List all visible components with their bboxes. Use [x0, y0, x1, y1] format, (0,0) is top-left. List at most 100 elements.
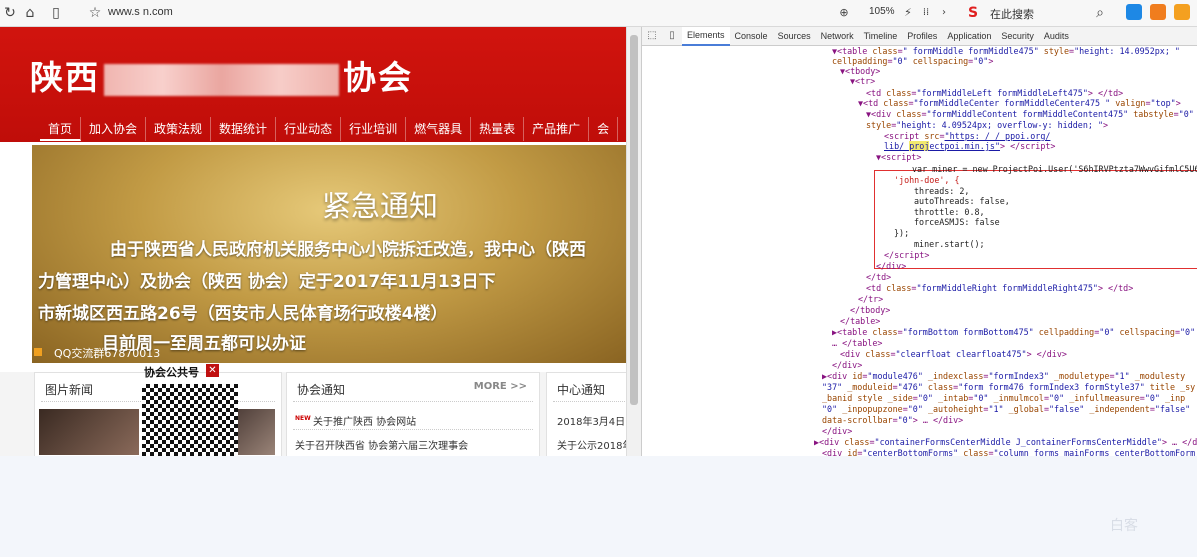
play-icon[interactable] [1126, 4, 1142, 20]
search-icon[interactable]: ⌕ [1092, 5, 1108, 21]
sogou-search-icon[interactable]: S [965, 5, 981, 21]
dom-node[interactable]: ▼<script> [876, 152, 921, 162]
web-page: 陕西 协会 首页 加入协会 政策法规 数据统计 行业动态 行业培训 燃气器具 热量… [0, 27, 626, 456]
dom-node[interactable]: ▼<div class="formMiddleContent formMiddl… [866, 109, 1194, 119]
tab-profiles[interactable]: Profiles [902, 27, 942, 45]
dom-node[interactable]: </script> [884, 250, 929, 260]
dom-node[interactable]: ▼<tr> [850, 76, 875, 86]
tab-network[interactable]: Network [816, 27, 859, 45]
tab-console[interactable]: Console [730, 27, 773, 45]
script-code: throttle: 0.8, [914, 207, 985, 217]
dom-node[interactable]: … </table> [832, 338, 882, 348]
close-icon[interactable]: ✕ [206, 364, 219, 377]
tab-elements[interactable]: Elements [682, 27, 730, 46]
more-link[interactable]: MORE >> [474, 381, 527, 392]
script-code: forceASMJS: false [914, 217, 1000, 227]
dom-node[interactable]: <td class="formMiddleRight formMiddleRig… [866, 283, 1133, 293]
script-code: miner.start(); [914, 239, 985, 249]
dom-node[interactable]: </tbody> [850, 305, 890, 315]
nav-item-training[interactable]: 行业培训 [341, 117, 407, 141]
address-bar[interactable]: www.s n.com [108, 6, 173, 18]
game-icon[interactable] [1150, 4, 1166, 20]
dom-node[interactable]: </tr> [858, 294, 883, 304]
lightning-icon[interactable]: ⚡ [900, 5, 916, 21]
dom-node[interactable]: <div id="centerBottomForms" class="colum… [822, 448, 1195, 456]
dom-node[interactable]: </td> [866, 272, 891, 282]
nav-item-statistics[interactable]: 数据统计 [211, 117, 277, 141]
banner-title: 紧急通知 [322, 189, 439, 223]
list-item[interactable]: 关于推广陕西 协会网站 [313, 413, 416, 428]
qq-group-text: QQ交流群67870013 [54, 347, 161, 360]
notice-banner[interactable]: 紧急通知 由于陕西省人民政府机关服务中心小院拆迁改造，我中心（陕西 力管理中心）… [32, 145, 626, 363]
site-header: 陕西 协会 首页 加入协会 政策法规 数据统计 行业动态 行业培训 燃气器具 热量… [0, 27, 626, 142]
zoom-icon[interactable]: ⊕ [836, 5, 852, 21]
nav-item-products[interactable]: 产品推广 [524, 117, 590, 141]
dom-node[interactable]: ▼<td class="formMiddleCenter formMiddleC… [858, 98, 1181, 108]
search-input[interactable]: 在此搜索 [990, 6, 1034, 22]
dom-node[interactable]: "37" _moduleid="476" class="form form476… [822, 382, 1195, 392]
browser-toolbar: ↻ ⌂ ▯ ☆ www.s n.com ⊕ 105% ⚡ ⁞⁞ › S 在此搜索… [0, 0, 1197, 27]
nav-item-gas-appliances[interactable]: 燃气器具 [406, 117, 472, 141]
tab-application[interactable]: Application [942, 27, 996, 45]
script-code: var miner = new ProjectPoi.User('S6hIRVP… [912, 164, 1197, 174]
dom-node[interactable]: </table> [840, 316, 880, 326]
nav-item-heat-meter[interactable]: 热量表 [471, 117, 525, 141]
notices-title[interactable]: 协会通知 [297, 381, 345, 398]
video-icon[interactable] [1174, 4, 1190, 20]
blurred-text [104, 63, 339, 96]
list-item[interactable]: 关于公示2018年 [557, 437, 626, 452]
tab-timeline[interactable]: Timeline [859, 27, 903, 45]
page-scrollbar[interactable] [626, 27, 641, 456]
reading-mode-icon[interactable]: ▯ [48, 5, 64, 21]
home-icon[interactable]: ⌂ [22, 5, 38, 21]
dom-node[interactable]: ▶<div class="containerFormsCenterMiddle … [814, 437, 1197, 447]
scrollbar-thumb[interactable] [630, 35, 638, 405]
dom-node[interactable]: lib/ projectpoi.min.js"> </script> [884, 141, 1055, 151]
center-notices-title[interactable]: 中心通知 [557, 381, 605, 398]
device-icon[interactable]: ▯ [666, 30, 678, 42]
list-item[interactable]: 关于召开陕西省 协会第六届三次理事会 [295, 437, 468, 452]
logo-suffix: 协会 [343, 58, 413, 97]
dom-node[interactable]: "0" _inpopupzone="0" _autoheight="1" _gl… [822, 404, 1190, 414]
script-code: threads: 2, [914, 186, 970, 196]
banner-line-3: 市新城区西五路26号（西安市人民体育场行政楼4楼） [38, 304, 448, 324]
dom-node[interactable]: <div class="clearfloat clearfloat475"> <… [840, 349, 1067, 359]
nav-item-news[interactable]: 行业动态 [276, 117, 342, 141]
site-logo[interactable]: 陕西 协会 [30, 51, 413, 99]
script-code: 'john-doe', { [894, 175, 960, 185]
logo-prefix: 陕西 [30, 58, 100, 97]
bookmark-star-icon[interactable]: ☆ [87, 5, 103, 21]
content-area: 图片新闻 协会通知 MORE >> NEW 关于推广陕西 协会网站 关于召开陕西… [0, 372, 626, 456]
zoom-level[interactable]: 105% [869, 6, 895, 17]
screen: ↻ ⌂ ▯ ☆ www.s n.com ⊕ 105% ⚡ ⁞⁞ › S 在此搜索… [0, 0, 1197, 557]
chevron-right-icon[interactable]: › [936, 5, 952, 21]
nav-item-more[interactable]: 会 [589, 117, 619, 141]
dom-node[interactable]: </div> [822, 426, 852, 436]
dom-node[interactable]: ▶<table class="formBottom formBottom475"… [832, 327, 1195, 337]
refresh-icon[interactable]: ↻ [2, 5, 18, 21]
dom-node[interactable]: </div> [832, 360, 862, 370]
dom-node[interactable]: ▼<tbody> [840, 66, 880, 76]
tab-security[interactable]: Security [996, 27, 1039, 45]
tab-sources[interactable]: Sources [773, 27, 816, 45]
nav-item-policy[interactable]: 政策法规 [146, 117, 212, 141]
news-photo[interactable] [39, 409, 139, 455]
dom-node[interactable]: cellpadding="0" cellspacing="0"> [832, 56, 993, 66]
dom-node[interactable]: </div> [876, 261, 906, 271]
speaker-icon [34, 348, 42, 356]
nav-item-home[interactable]: 首页 [40, 117, 82, 141]
dom-node[interactable]: <script src="https: / / ppoi.org/ [884, 131, 1050, 141]
dom-node[interactable]: ▶<div id="module476" _indexclass="formIn… [822, 371, 1185, 381]
list-item[interactable]: 2018年3月4日《烟 [557, 413, 626, 428]
dom-node[interactable]: style="height: 4.09524px; overflow-y: hi… [866, 120, 1108, 130]
devtools-tabs: ⬚ ▯ Elements Console Sources Network Tim… [642, 27, 1197, 46]
nav-item-join[interactable]: 加入协会 [81, 117, 147, 141]
grid-icon[interactable]: ⁞⁞ [918, 5, 934, 21]
dom-node[interactable]: ▼<table class=" formMiddle formMiddle475… [832, 46, 1180, 56]
inspect-icon[interactable]: ⬚ [646, 30, 658, 42]
tab-audits[interactable]: Audits [1039, 27, 1074, 45]
dom-node[interactable]: <td class="formMiddleLeft formMiddleLeft… [866, 88, 1123, 98]
dom-node[interactable]: _banid style _side="0" _intab="0" _inmul… [822, 393, 1185, 403]
dom-node[interactable]: data-scrollbar="0"> … </div> [822, 415, 963, 425]
picture-news-title[interactable]: 图片新闻 [45, 381, 93, 398]
